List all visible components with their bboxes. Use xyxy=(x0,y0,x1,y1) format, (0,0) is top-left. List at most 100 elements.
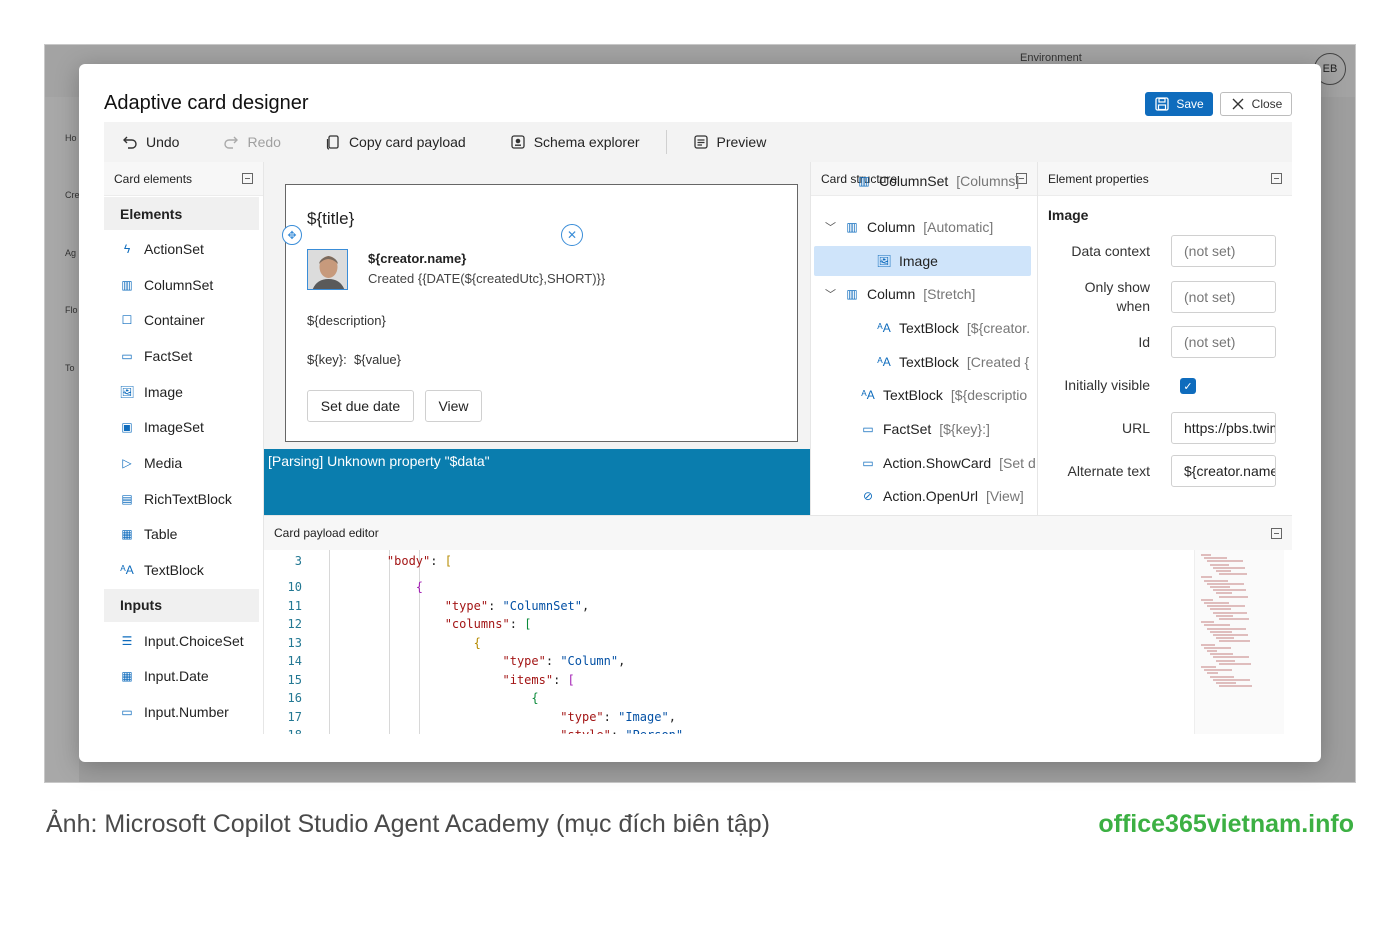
minimap-line xyxy=(1213,589,1246,592)
creator-avatar-image[interactable] xyxy=(307,249,348,290)
play-icon: ▷ xyxy=(122,455,132,470)
card-element-media[interactable]: ▷ Media xyxy=(104,445,263,481)
code-line: 12 "columns": [ xyxy=(264,615,532,634)
minimap-line xyxy=(1207,650,1217,652)
structure-item-column[interactable]: ﹀ ▥ Column [Automatic] xyxy=(811,212,993,242)
calendar-icon: ▦ xyxy=(121,669,133,684)
minimap-line xyxy=(1216,614,1233,617)
image-icon: 🖼 xyxy=(876,254,892,268)
move-handle-icon[interactable]: ✥ xyxy=(282,225,302,245)
description-text[interactable]: ${description} xyxy=(307,313,386,328)
columns-icon: ▥ xyxy=(121,277,133,292)
chevron-down-icon[interactable]: ﹀ xyxy=(825,286,839,302)
preview-button[interactable]: Preview xyxy=(693,134,766,150)
structure-item-columnset[interactable]: ▥ ColumnSet [Columns] xyxy=(811,166,1019,196)
card-element-imageset[interactable]: ▣ ImageSet xyxy=(104,409,263,445)
code-line: 10 { xyxy=(264,578,423,597)
columns-icon: ▥ xyxy=(846,220,858,234)
save-button[interactable]: Save xyxy=(1145,92,1213,116)
redo-button[interactable]: Redo xyxy=(223,134,281,150)
code-text-area[interactable]: 3 "body": [10 {11 "type": "ColumnSet", 12… xyxy=(264,550,1194,734)
code-token: { xyxy=(531,691,539,706)
only-show-when-input[interactable]: (not set) xyxy=(1171,281,1276,313)
collapse-icon[interactable] xyxy=(1271,527,1282,539)
nav-home[interactable]: Ho xyxy=(65,133,77,143)
card-title[interactable]: ${title} xyxy=(307,209,354,229)
structure-item-textblock[interactable]: ᴬA TextBlock [${descriptio xyxy=(811,380,1027,410)
structure-item-textblock[interactable]: ᴬA TextBlock [Created { xyxy=(811,347,1029,377)
structure-item-column[interactable]: ﹀ ▥ Column [Stretch] xyxy=(811,279,975,309)
card-element-label: ColumnSet xyxy=(144,276,214,293)
minimap-line xyxy=(1210,586,1230,588)
structure-item-label: TextBlock xyxy=(899,354,959,370)
card-structure-panel: Card structure ▥ ColumnSet [Columns] ﹀ ▥ Colu… xyxy=(810,162,1038,515)
line-number: 14 xyxy=(287,654,302,669)
card-elements-header: Card elements xyxy=(104,162,263,196)
undo-button[interactable]: Undo xyxy=(122,134,179,150)
id-input[interactable]: (not set) xyxy=(1171,326,1276,358)
collapse-icon[interactable] xyxy=(1271,173,1282,184)
card-element-table[interactable]: ▦ Table xyxy=(104,517,263,553)
view-button[interactable]: View xyxy=(425,390,482,422)
fact-value: ${value} xyxy=(354,352,401,367)
factset-icon: ▭ xyxy=(862,422,874,436)
creator-name-text[interactable]: ${creator.name} xyxy=(368,251,466,266)
code-token: "type" xyxy=(502,654,546,669)
card-preview[interactable]: ${title} ${creator.name} Created {{DATE(… xyxy=(285,184,798,442)
chevron-down-icon[interactable]: ﹀ xyxy=(825,219,839,235)
structure-item-detail: [Set d xyxy=(999,455,1036,471)
nav-tools[interactable]: To xyxy=(65,363,75,373)
nav-agents[interactable]: Ag xyxy=(65,248,76,258)
card-element-image[interactable]: 🖼 Image xyxy=(104,374,263,410)
data-context-input[interactable]: (not set) xyxy=(1171,235,1276,267)
minimap-line xyxy=(1201,576,1212,579)
schema-explorer-button[interactable]: Schema explorer xyxy=(510,134,640,150)
copy-card-payload-button[interactable]: Copy card payload xyxy=(325,134,466,150)
card-element-container[interactable]: ☐ Container xyxy=(104,302,263,338)
card-element-input-number[interactable]: ▭ Input.Number xyxy=(104,694,263,730)
structure-item-label: Column xyxy=(867,286,916,302)
factset-row[interactable]: ${key}: ${value} xyxy=(307,352,401,367)
adaptive-card-designer-dialog: Adaptive card designer Save Close Undo R… xyxy=(79,64,1321,762)
code-token: : xyxy=(611,728,625,734)
structure-item-textblock[interactable]: ᴬA TextBlock [${creator. xyxy=(811,313,1030,343)
line-number: 11 xyxy=(287,598,302,613)
editor-minimap[interactable] xyxy=(1194,550,1284,734)
card-elements-panel: Card elements Elements ϟ ActionSet ▥ ColumnS… xyxy=(104,162,264,734)
alternate-text-input[interactable]: ${creator.name} xyxy=(1171,455,1276,487)
card-element-textblock[interactable]: ᴬA TextBlock xyxy=(104,552,263,588)
card-element-richtextblock[interactable]: ▤ RichTextBlock xyxy=(104,481,263,517)
structure-item-action-showcard[interactable]: ▭ Action.ShowCard [Set d xyxy=(811,448,1036,478)
element-properties-panel: Element properties Image Data context (n… xyxy=(1038,162,1292,515)
nav-flows[interactable]: Flo xyxy=(65,305,78,315)
initially-visible-checkbox[interactable]: ✓ xyxy=(1180,378,1196,394)
structure-item-image[interactable]: 🖼 Image xyxy=(814,246,1031,276)
code-token: "ColumnSet" xyxy=(502,598,582,613)
factset-icon: ▭ xyxy=(862,456,874,470)
card-element-actionset[interactable]: ϟ ActionSet xyxy=(104,231,263,267)
text-icon: ᴬA xyxy=(877,321,891,335)
number-icon: ▭ xyxy=(121,705,133,720)
minimap-line xyxy=(1219,685,1252,688)
card-element-factset[interactable]: ▭ FactSet xyxy=(104,338,263,374)
card-element-columnset[interactable]: ▥ ColumnSet xyxy=(104,267,263,303)
url-input[interactable]: https://pbs.twimg xyxy=(1171,412,1276,444)
card-element-input-choiceset[interactable]: ☰ Input.ChoiceSet xyxy=(104,623,263,659)
element-properties-title: Element properties xyxy=(1048,171,1149,186)
undo-icon xyxy=(122,134,138,150)
close-button[interactable]: Close xyxy=(1220,92,1292,116)
minimap-line xyxy=(1201,554,1211,556)
only-show-when-label: Only show when xyxy=(1084,279,1150,314)
structure-item-action-openurl[interactable]: ⊘ Action.OpenUrl [View] xyxy=(811,481,1024,511)
richtext-icon: ▤ xyxy=(121,491,133,506)
structure-item-factset[interactable]: ▭ FactSet [${key}:] xyxy=(811,414,990,444)
card-element-input-date[interactable]: ▦ Input.Date xyxy=(104,659,263,695)
minimap-line xyxy=(1219,573,1247,576)
remove-element-icon[interactable]: ✕ xyxy=(561,224,583,246)
collapse-icon[interactable] xyxy=(242,173,253,184)
set-due-date-button[interactable]: Set due date xyxy=(307,390,414,422)
created-date-text[interactable]: Created {{DATE(${createdUtc},SHORT)}} xyxy=(368,271,605,286)
copy-icon xyxy=(325,134,341,150)
nav-create[interactable]: Cre xyxy=(65,190,80,200)
lightning-icon: ϟ xyxy=(123,241,131,256)
